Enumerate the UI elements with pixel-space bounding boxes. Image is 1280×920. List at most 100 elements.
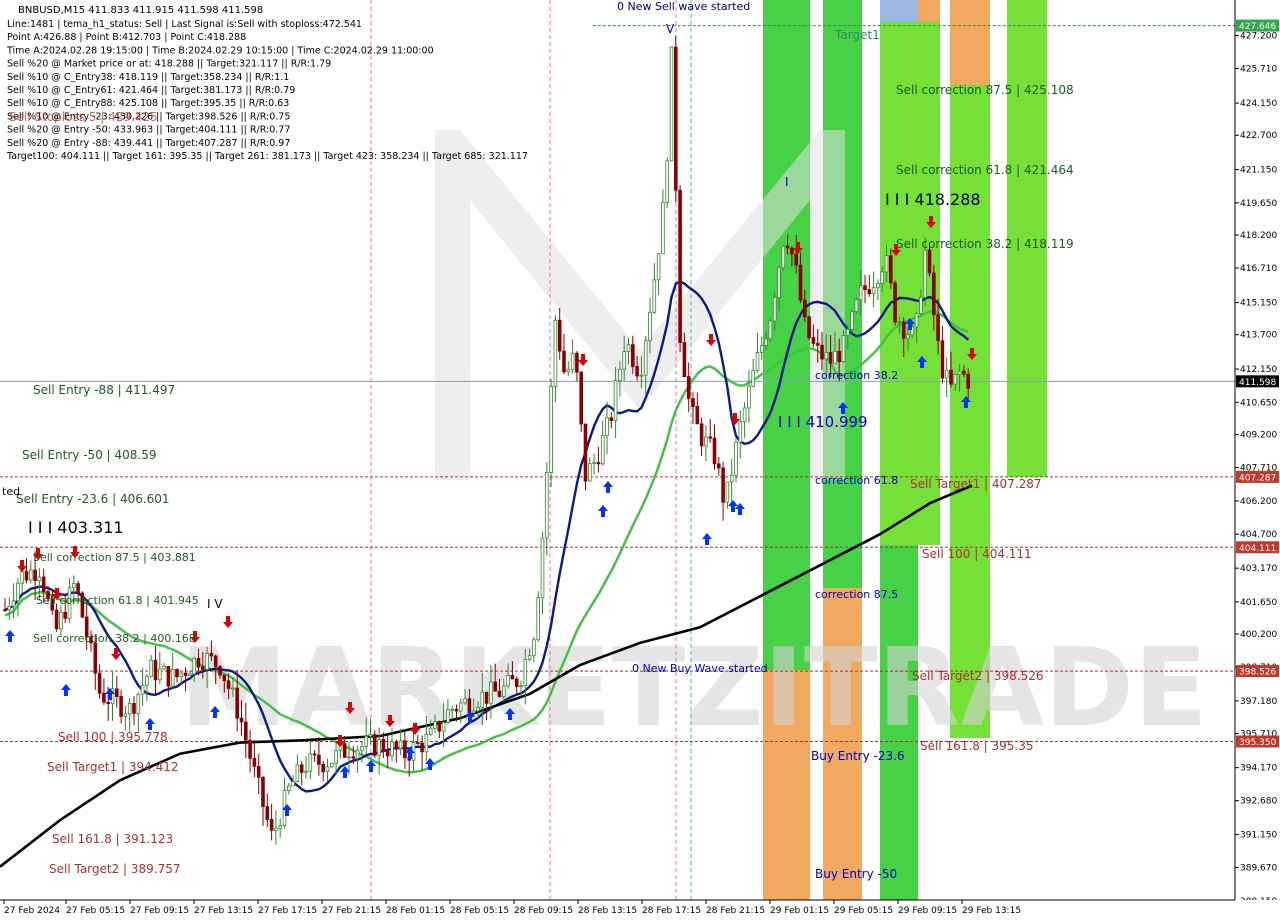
annotation-label: I I I 418.288: [885, 190, 981, 209]
annotation-label: Sell correction 38.2 | 418.119: [896, 237, 1074, 251]
candle-body: [794, 253, 798, 266]
info-line: Line:1481 | tema_h1_status: Sell | Last …: [7, 19, 362, 30]
candle-body: [742, 407, 747, 423]
annotation-label: Sell Entry -88 | 411.497: [33, 383, 175, 397]
candle-body: [932, 272, 936, 316]
info-line: Sell %10 @ C_Entry38: 418.119 || Target:…: [7, 72, 289, 83]
annotation-label: correction 38.2: [815, 369, 898, 382]
candle-body: [16, 582, 20, 602]
candle-body: [514, 678, 519, 688]
candle-body: [317, 754, 321, 765]
candle-body: [231, 687, 235, 690]
candle-body: [583, 423, 588, 482]
candle-body: [274, 827, 278, 831]
candle-body: [815, 342, 820, 346]
annotation-label: I: [785, 175, 789, 189]
candle-body: [618, 368, 622, 382]
candle-body: [699, 423, 704, 447]
candle-body: [613, 380, 618, 422]
candle-body: [858, 285, 863, 301]
candle-body: [824, 352, 829, 360]
stoploss-overlay-label: Sell Stoploss 5 | 429.425: [9, 110, 158, 124]
annotation-label: Buy Entry -23.6: [811, 749, 905, 763]
candle-body: [3, 609, 7, 612]
candle-body: [136, 693, 141, 714]
annotation-label: Buy Entry -50: [815, 867, 897, 881]
candle-body: [119, 696, 123, 717]
candle-body: [390, 741, 394, 757]
candle-body: [162, 665, 166, 670]
candle-body: [394, 741, 399, 749]
annotation-label: Sell 100 | 395.778: [58, 730, 168, 744]
candle-body: [897, 321, 902, 324]
candle-body: [867, 289, 872, 295]
price-chart[interactable]: MARKETZITRADE 0 New Sell wave started Tar…: [0, 0, 1280, 920]
candle-body: [385, 751, 390, 757]
candle-body: [28, 569, 33, 581]
candle-body: [398, 740, 403, 749]
candle-body: [11, 600, 16, 607]
candle-body: [463, 698, 467, 704]
candle-body: [506, 674, 510, 687]
candle-body: [785, 245, 790, 249]
candle-body: [781, 245, 786, 269]
candle-body: [557, 319, 562, 352]
candle-body: [837, 350, 841, 363]
candle-body: [188, 673, 192, 676]
candle-body: [24, 571, 29, 581]
candle-body: [63, 611, 67, 619]
candle-body: [639, 374, 644, 377]
candle-body: [579, 371, 583, 425]
candle-body: [218, 666, 222, 676]
candle-body: [437, 721, 442, 732]
annotation-label: Sell 100 | 404.111: [922, 547, 1032, 561]
candle-body: [570, 352, 575, 371]
candle-body: [471, 710, 476, 714]
candle-body: [695, 406, 700, 425]
price-tick-label: 392.680: [1240, 797, 1277, 807]
candle-body: [901, 321, 906, 339]
annotation-label: Sell correction 61.8 | 421.464: [896, 163, 1074, 177]
candle-body: [157, 668, 162, 681]
candle-body: [661, 201, 665, 255]
candle-body: [334, 749, 338, 764]
candle-body: [321, 763, 325, 773]
candle-body: [854, 299, 859, 312]
annotation-label: Sell correction 61.8 | 401.945: [36, 594, 199, 607]
candle-body: [200, 666, 205, 670]
candle-body: [790, 247, 794, 255]
candle-body: [372, 734, 377, 756]
candle-body: [751, 370, 755, 387]
zone-band: [950, 0, 990, 85]
price-tick-label: 413.700: [1240, 331, 1277, 341]
candle-body: [222, 674, 227, 682]
candle-body: [93, 642, 98, 674]
candle-body: [691, 398, 695, 407]
annotation-label: correction 61.8: [815, 474, 898, 487]
time-axis-background: [0, 900, 1280, 920]
candle-body: [884, 255, 889, 273]
price-tick-label: 418.200: [1240, 231, 1277, 241]
candle-body: [566, 369, 571, 373]
time-tick-label: 29 Feb 05:15: [834, 906, 893, 916]
candle-body: [497, 690, 502, 697]
annotation-label: Sell Target2 | 398.526: [912, 669, 1044, 683]
candle-body: [360, 745, 364, 751]
candle-body: [600, 435, 605, 465]
annotation-label: correction 87.5: [815, 588, 898, 601]
candle-body: [153, 659, 158, 681]
candle-body: [37, 576, 42, 582]
candle-body: [342, 743, 347, 758]
candle-body: [192, 657, 197, 675]
price-badge-label: 404.111: [1239, 544, 1276, 554]
candle-body: [433, 721, 437, 729]
candle-body: [97, 672, 102, 694]
time-tick-label: 27 Feb 05:15: [66, 906, 125, 916]
candle-body: [803, 299, 807, 318]
annotation-label: I I I 403.311: [28, 518, 124, 537]
candle-body: [450, 708, 454, 711]
candle-body: [944, 369, 949, 379]
candle-body: [562, 350, 566, 373]
candle-body: [777, 267, 781, 298]
price-tick-label: 427.200: [1240, 31, 1277, 41]
